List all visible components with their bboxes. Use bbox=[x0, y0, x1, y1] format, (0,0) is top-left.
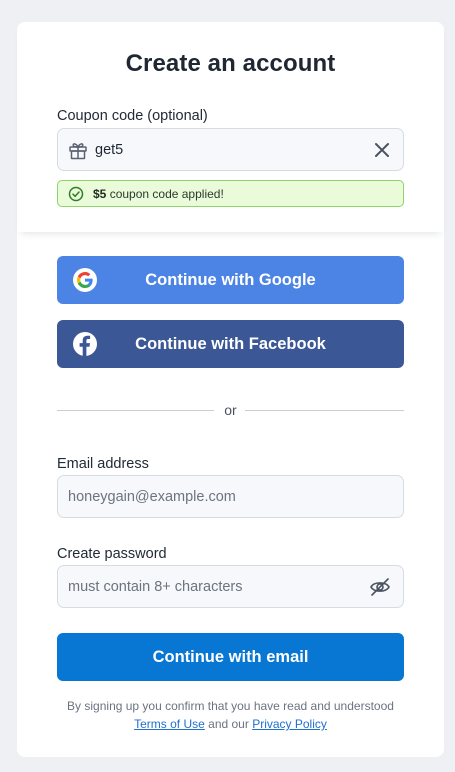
or-divider: or bbox=[57, 400, 404, 420]
coupon-input[interactable] bbox=[95, 129, 355, 170]
email-input[interactable] bbox=[68, 476, 368, 517]
eye-off-icon[interactable] bbox=[369, 577, 391, 597]
coupon-applied-message: $5 coupon code applied! bbox=[93, 187, 224, 201]
email-field[interactable] bbox=[57, 475, 404, 518]
email-continue-button[interactable]: Continue with email bbox=[57, 633, 404, 681]
facebook-icon bbox=[73, 332, 97, 356]
coupon-amount: $5 bbox=[93, 187, 107, 201]
email-button-label: Continue with email bbox=[152, 648, 309, 666]
google-icon bbox=[73, 268, 97, 292]
google-button-label: Continue with Google bbox=[145, 271, 316, 289]
password-field[interactable] bbox=[57, 565, 404, 608]
coupon-applied-text: coupon code applied! bbox=[106, 187, 224, 201]
facebook-signin-button[interactable]: Continue with Facebook bbox=[57, 320, 404, 368]
gift-icon bbox=[69, 143, 87, 160]
facebook-button-label: Continue with Facebook bbox=[135, 335, 326, 353]
page-title: Create an account bbox=[125, 50, 336, 77]
legal-text: By signing up you confirm that you have … bbox=[37, 697, 424, 733]
google-signin-button[interactable]: Continue with Google bbox=[57, 256, 404, 304]
password-input[interactable] bbox=[68, 566, 368, 607]
coupon-field[interactable] bbox=[57, 128, 404, 171]
privacy-policy-link[interactable]: Privacy Policy bbox=[252, 717, 327, 731]
password-label: Create password bbox=[57, 546, 167, 562]
divider-line-right bbox=[245, 410, 404, 411]
signup-card: Create an account Coupon code (optional)… bbox=[17, 22, 444, 757]
coupon-label: Coupon code (optional) bbox=[57, 108, 208, 124]
email-label: Email address bbox=[57, 456, 149, 472]
legal-prefix: By signing up you confirm that you have … bbox=[67, 699, 394, 713]
close-icon[interactable] bbox=[373, 141, 391, 159]
legal-middle: and our bbox=[204, 717, 253, 731]
coupon-section: Create an account Coupon code (optional)… bbox=[17, 22, 444, 232]
check-circle-icon bbox=[68, 186, 84, 202]
coupon-applied-badge: $5 coupon code applied! bbox=[57, 180, 404, 207]
terms-of-use-link[interactable]: Terms of Use bbox=[134, 717, 205, 731]
